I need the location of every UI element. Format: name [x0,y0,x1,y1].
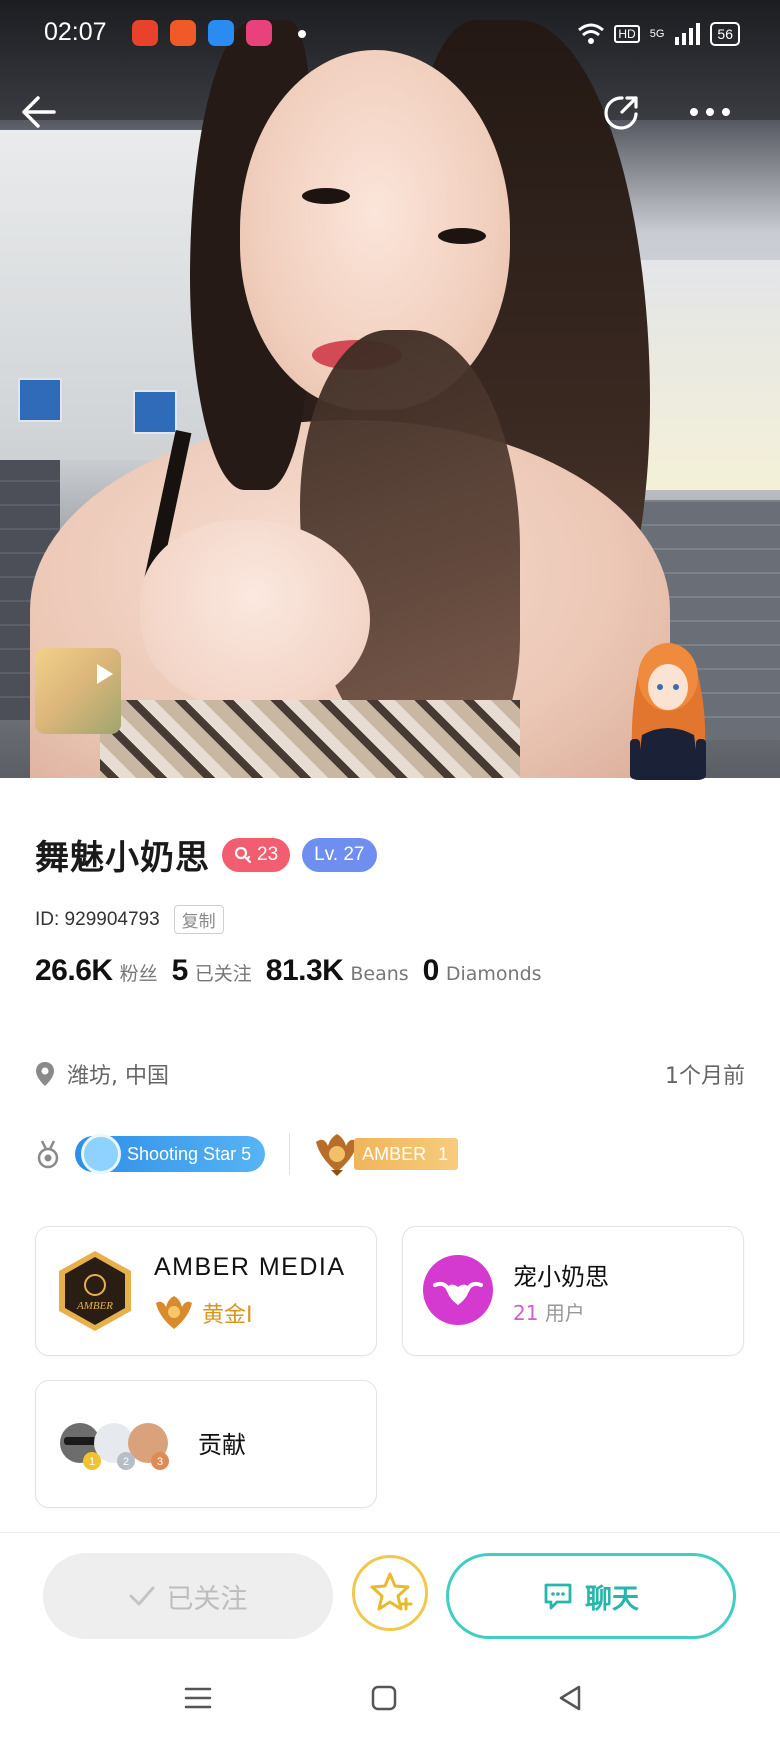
system-navigation-bar [0,1650,780,1745]
fan-level-badge[interactable]: 23 [222,837,291,872]
rank-2: 2 [123,1456,129,1468]
rank-1: 1 [89,1456,95,1468]
last-active-time: 1个月前 [665,1064,745,1089]
fan-club-count-suffix: 用户 [544,1301,585,1325]
home-icon[interactable] [366,1680,402,1716]
following-count[interactable]: 5 [172,954,189,988]
status-time: 02:07 [44,18,107,46]
network-type: 5G [649,28,665,40]
star-add-icon [370,1572,413,1611]
top-contributors-avatars: 1 2 3 [60,1423,169,1470]
fan-club-members: 21 用户 [513,1297,585,1326]
wifi-icon [578,23,605,44]
share-icon[interactable] [600,92,642,134]
weibo-icon [132,20,158,46]
followed-button[interactable]: 已关注 [43,1553,333,1639]
live-app-icon [246,20,272,46]
profile-name: 舞魅小奶思 [35,838,210,878]
chat-button[interactable]: 聊天 [446,1553,736,1639]
followers-count[interactable]: 26.6K [35,954,113,988]
name-row: 舞魅小奶思 23 Lv. 27 [35,830,377,879]
hd-indicator: HD [614,25,640,43]
rank-3: 3 [157,1456,163,1468]
fan-club-card[interactable]: 宠小奶思 21 用户 [402,1226,744,1356]
medal-icon [37,1140,59,1169]
top-navigation [0,80,780,140]
agency-logo-text: AMBER [76,1300,113,1312]
bottom-action-bar: 已关注 聊天 [0,1532,780,1643]
agency-name: AMBER MEDIA [154,1253,346,1281]
virtual-avatar-image[interactable] [620,635,716,780]
photo-dress [100,700,520,778]
photo-sign [18,378,62,422]
menu-icon[interactable] [180,1680,216,1716]
battery-indicator: 56 [710,22,740,46]
play-icon [97,664,113,684]
agency-rank-label: 黄金I [202,1303,253,1328]
diamonds-label: Diamonds [445,963,542,985]
medal-row: Shooting Star 5 AMBER 1 [35,1130,459,1178]
check-icon [129,1586,154,1606]
app-notification-icon [170,20,196,46]
more-options-icon[interactable] [684,92,736,132]
photo-eye [302,188,350,204]
agency-logo: AMBER [59,1251,131,1331]
back-arrow-icon[interactable] [18,92,58,132]
copy-id-button[interactable]: 复制 [173,905,224,934]
key-icon [234,846,252,863]
amber-rank: 1 [438,1143,449,1164]
amber-name: AMBER [362,1143,427,1164]
fan-club-icon [423,1255,493,1325]
shooting-star-badge[interactable]: Shooting Star 5 [75,1134,266,1174]
medal-divider [289,1133,291,1175]
location-pin-icon [36,1062,54,1086]
system-indicators: HD 5G 56 [578,22,740,46]
user-id: ID: 929904793 [35,908,160,930]
star-favorite-button[interactable] [352,1555,428,1631]
amber-bar: AMBER 1 [354,1138,459,1170]
chat-bubble-icon [544,1583,572,1610]
chat-label: 聊天 [585,1583,639,1615]
contribution-card[interactable]: 1 2 3 贡献 [35,1380,377,1508]
contribution-label: 贡献 [198,1431,246,1459]
following-label[interactable]: 已关注 [195,959,252,986]
user-id-row: ID: 929904793 复制 [35,905,224,934]
gem-icon [81,1134,121,1174]
followers-label[interactable]: 粉丝 [120,959,158,986]
beans-label: Beans [350,963,409,985]
signal-icon [675,23,701,45]
user-level-badge[interactable]: Lv. 27 [302,837,377,872]
video-thumbnail[interactable] [35,648,121,734]
location-row: 潍坊, 中国 1个月前 [35,1058,745,1090]
cloud-icon [208,20,234,46]
shooting-star-label: Shooting Star 5 [127,1143,252,1164]
fan-club-name: 宠小奶思 [513,1263,609,1291]
amber-family-badge[interactable]: AMBER 1 [314,1134,459,1176]
more-notifications-dot [298,30,306,38]
gold-rank-icon [156,1296,192,1329]
location-text: 潍坊, 中国 [67,1064,169,1089]
back-triangle-icon[interactable] [552,1680,588,1716]
photo-sign [133,390,177,434]
agency-rank: 黄金I [154,1295,253,1331]
fan-level-value: 23 [257,843,279,865]
stats-row: 26.6K 粉丝 5 已关注 81.3K Beans 0 Diamonds [35,954,556,988]
fan-club-count: 21 [513,1301,539,1325]
location: 潍坊, 中国 [35,1058,169,1090]
followed-label: 已关注 [166,1583,248,1615]
status-bar: 02:07 HD 5G 56 [0,0,780,70]
diamonds-count: 0 [422,954,440,987]
beans-count: 81.3K [265,954,344,987]
heart-wings-icon [433,1281,483,1305]
agency-card[interactable]: AMBER AMBER MEDIA 黄金I [35,1226,377,1356]
photo-eye [438,228,486,244]
